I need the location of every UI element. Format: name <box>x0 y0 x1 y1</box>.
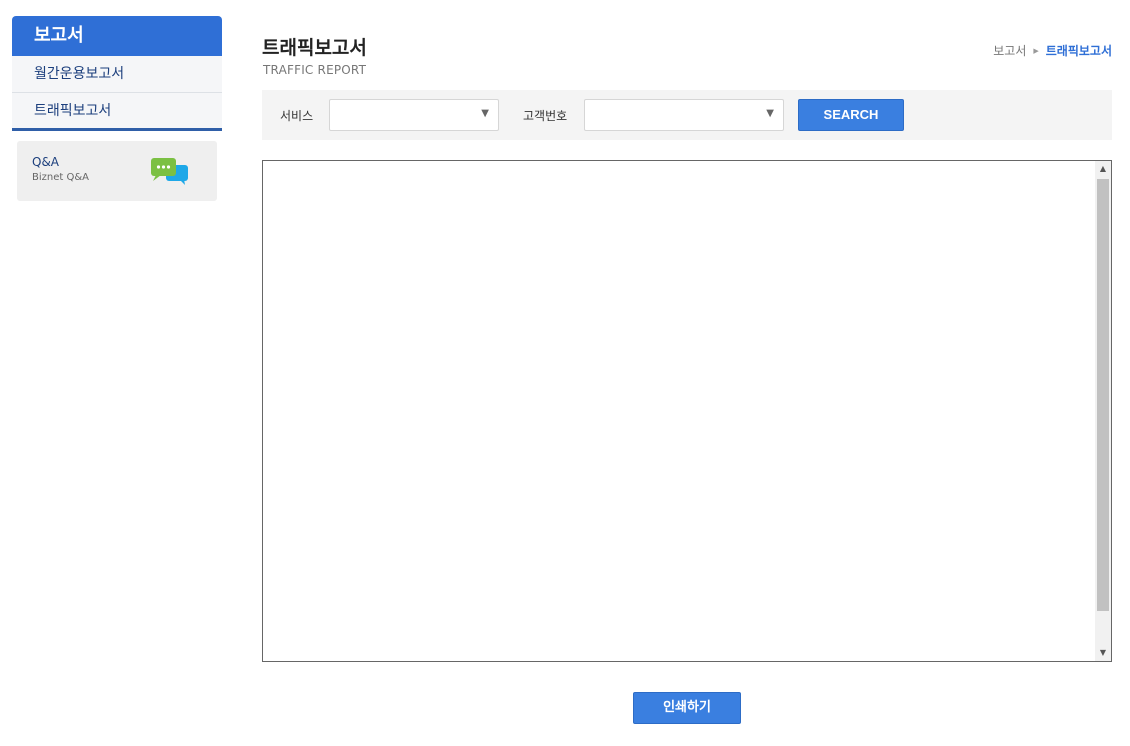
scroll-thumb[interactable] <box>1097 179 1109 611</box>
search-button[interactable]: SEARCH <box>798 99 904 131</box>
scroll-down-icon[interactable]: ▼ <box>1095 645 1111 661</box>
customer-number-label: 고객번호 <box>523 109 568 123</box>
breadcrumb-current: 트래픽보고서 <box>1045 44 1112 58</box>
search-bar: 서비스 ▼ 고객번호 ▼ SEARCH <box>262 90 1112 140</box>
report-frame[interactable]: ▲ ▼ <box>262 160 1112 662</box>
qa-link[interactable]: Q&A Biznet Q&A <box>17 141 217 201</box>
page-subtitle: TRAFFIC REPORT <box>263 63 367 77</box>
breadcrumb-parent[interactable]: 보고서 <box>993 42 1026 59</box>
vertical-scrollbar[interactable]: ▲ ▼ <box>1095 161 1111 661</box>
dropdown-arrow-icon: ▼ <box>766 108 774 119</box>
chat-bubbles-icon <box>151 158 188 185</box>
qa-subtitle: Biznet Q&A <box>32 172 89 183</box>
dropdown-arrow-icon: ▼ <box>481 108 489 119</box>
qa-title: Q&A <box>32 155 60 169</box>
service-select[interactable]: ▼ <box>329 99 499 131</box>
sidebar-title: 보고서 <box>12 16 222 56</box>
customer-number-select[interactable]: ▼ <box>584 99 784 131</box>
sidebar-item-monthly-report[interactable]: 월간운용보고서 <box>12 56 222 92</box>
page-title: 트래픽보고서 <box>262 37 367 59</box>
sidebar-menu: 월간운용보고서 트래픽보고서 <box>12 56 222 131</box>
breadcrumb-separator-icon: ▶ <box>1033 46 1039 55</box>
sidebar-item-traffic-report[interactable]: 트래픽보고서 <box>12 92 222 128</box>
sidebar: 보고서 월간운용보고서 트래픽보고서 Q&A Biznet Q&A <box>12 16 222 201</box>
breadcrumb: 보고서 ▶ 트래픽보고서 <box>993 42 1112 59</box>
scroll-up-icon[interactable]: ▲ <box>1095 161 1111 177</box>
service-label: 서비스 <box>280 109 314 123</box>
print-button[interactable]: 인쇄하기 <box>633 692 741 724</box>
